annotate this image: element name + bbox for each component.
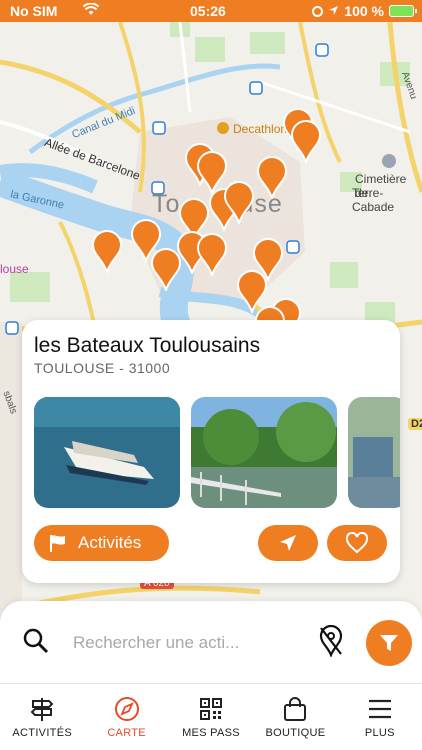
carrier-label: No SIM — [10, 3, 58, 19]
navigation-arrow-icon — [280, 535, 296, 551]
location-arrow-icon — [328, 3, 339, 19]
search-input[interactable]: Rechercher une acti... — [73, 633, 239, 653]
map-city-label-left: To — [152, 190, 181, 218]
map-pin[interactable] — [256, 155, 288, 199]
road-badge-d2: D2 — [408, 418, 422, 430]
wifi-icon — [82, 2, 100, 19]
activity-card[interactable]: les Bateaux Toulousains TOULOUSE - 31000 — [22, 320, 400, 583]
signpost-icon — [30, 698, 54, 721]
activites-button[interactable]: Activités — [34, 525, 169, 561]
search-icon[interactable] — [22, 627, 50, 655]
map-label-decathlon: Decathlon — [233, 122, 288, 136]
filter-button[interactable] — [366, 620, 412, 666]
tab-boutique[interactable]: BOUTIQUE — [253, 684, 337, 750]
directions-button[interactable] — [258, 525, 318, 561]
activity-photo-3[interactable] — [348, 397, 400, 508]
tab-mes-pass[interactable]: MES PASS — [169, 684, 253, 750]
battery-icon — [389, 5, 417, 17]
map-pin[interactable] — [91, 229, 123, 273]
map-pin[interactable] — [196, 232, 228, 276]
compass-icon — [114, 697, 139, 721]
activity-photo-1[interactable] — [34, 397, 180, 508]
tab-activites[interactable]: ACTIVITÉS — [0, 684, 84, 750]
map-pin[interactable] — [290, 119, 322, 163]
tab-bar: ACTIVITÉS CARTE MES PASS BOUTIQUE PLUS — [0, 683, 422, 750]
map-pin[interactable] — [223, 180, 255, 224]
search-panel: Rechercher une acti... — [0, 601, 422, 683]
tab-activites-label: ACTIVITÉS — [12, 727, 72, 739]
activity-location: TOULOUSE - 31000 — [34, 360, 171, 376]
activity-title: les Bateaux Toulousains — [34, 334, 261, 357]
tab-carte[interactable]: CARTE — [84, 684, 168, 750]
shopping-bag-icon — [284, 697, 307, 721]
location-off-icon[interactable] — [318, 625, 344, 657]
tab-carte-label: CARTE — [107, 727, 146, 739]
tab-boutique-label: BOUTIQUE — [265, 727, 326, 739]
rotation-lock-icon — [312, 5, 324, 17]
activity-photo-2[interactable] — [191, 397, 337, 508]
filter-icon — [380, 635, 398, 651]
clock: 05:26 — [190, 3, 226, 19]
tab-plus[interactable]: PLUS — [338, 684, 422, 750]
map-label-louse-left: louse — [0, 262, 29, 276]
qr-code-icon — [200, 698, 223, 720]
flag-icon — [50, 535, 65, 552]
favorite-button[interactable] — [327, 525, 387, 561]
battery-percent: 100 % — [344, 3, 384, 19]
activites-button-label: Activités — [78, 533, 142, 552]
tab-mes-pass-label: MES PASS — [182, 727, 240, 739]
heart-icon — [345, 532, 369, 554]
status-bar: No SIM 05:26 100 % — [0, 0, 422, 22]
menu-icon — [368, 699, 391, 719]
tab-plus-label: PLUS — [364, 727, 395, 739]
map-label-cemetery-2: Terre-Cabade — [352, 186, 395, 214]
